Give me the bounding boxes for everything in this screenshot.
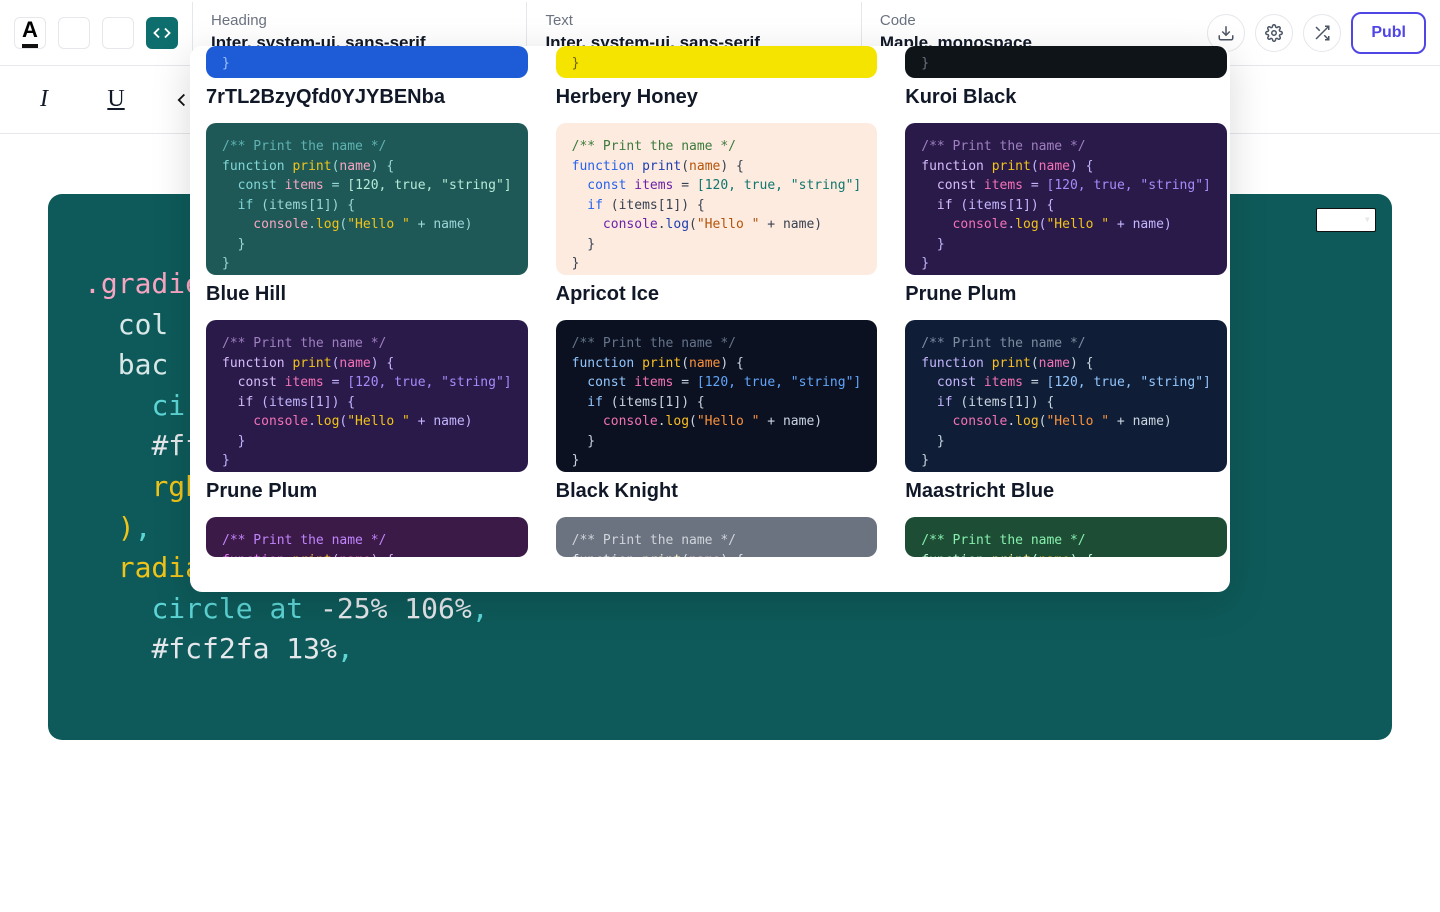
theme-swatch: }: [556, 46, 878, 78]
theme-item[interactable]: /** Print the name */function print(name…: [556, 123, 878, 306]
theme-swatch: /** Print the name */function print(name…: [556, 517, 878, 557]
theme-label: Blue Hill: [206, 283, 528, 306]
theme-item[interactable]: /** Print the name */function print(name…: [206, 123, 528, 306]
code-icon: [153, 24, 171, 42]
italic-button[interactable]: I: [28, 84, 60, 116]
canvas-line: #fcf2fa 13%,: [84, 629, 1356, 670]
theme-popover: } 7rTL2BzyQfd0YJYBENba} Herbery Honey} Kuro…: [190, 46, 1230, 592]
theme-label: Herbery Honey: [556, 86, 878, 109]
theme-label: Apricot Ice: [556, 283, 878, 306]
theme-swatch: /** Print the name */function print(name…: [556, 123, 878, 275]
theme-swatch: /** Print the name */function print(name…: [206, 517, 528, 557]
theme-swatch: }: [206, 46, 528, 78]
empty-tool-2[interactable]: [102, 17, 134, 49]
text-color-button[interactable]: A: [14, 17, 46, 49]
theme-label: Kuroi Black: [905, 86, 1227, 109]
shuffle-icon: [1313, 24, 1331, 42]
font-col-label: Code: [880, 12, 1177, 29]
settings-button[interactable]: [1255, 14, 1293, 52]
publish-button[interactable]: Publ: [1351, 12, 1426, 54]
theme-swatch: /** Print the name */function print(name…: [905, 517, 1227, 557]
theme-item[interactable]: } 7rTL2BzyQfd0YJYBENba: [206, 46, 528, 109]
theme-item[interactable]: } Kuroi Black: [905, 46, 1227, 109]
theme-item[interactable]: /** Print the name */function print(name…: [905, 320, 1227, 503]
theme-label: Prune Plum: [206, 480, 528, 503]
canvas-line: circle at -25% 106%,: [84, 589, 1356, 630]
underline-button[interactable]: U: [100, 84, 132, 116]
language-dropdown[interactable]: [1316, 208, 1376, 232]
font-col-label: Text: [545, 12, 842, 29]
code-theme-button[interactable]: [146, 17, 178, 49]
theme-swatch: /** Print the name */function print(name…: [206, 123, 528, 275]
theme-label: Prune Plum: [905, 283, 1227, 306]
theme-item[interactable]: /** Print the name */function print(name…: [905, 123, 1227, 306]
empty-tool-1[interactable]: [58, 17, 90, 49]
theme-item[interactable]: } Herbery Honey: [556, 46, 878, 109]
gear-icon: [1265, 24, 1283, 42]
theme-swatch: /** Print the name */function print(name…: [206, 320, 528, 472]
text-color-icon: A: [22, 17, 38, 48]
shuffle-button[interactable]: [1303, 14, 1341, 52]
theme-label: Black Knight: [556, 480, 878, 503]
theme-item[interactable]: /** Print the name */function print(name…: [556, 320, 878, 503]
font-col-label: Heading: [211, 12, 508, 29]
theme-swatch: }: [905, 46, 1227, 78]
theme-swatch: /** Print the name */function print(name…: [905, 123, 1227, 275]
download-icon: [1217, 24, 1235, 42]
theme-label: Maastricht Blue: [905, 480, 1227, 503]
theme-item[interactable]: /** Print the name */function print(name…: [206, 320, 528, 503]
theme-item[interactable]: /** Print the name */function print(name…: [556, 517, 878, 557]
theme-item[interactable]: /** Print the name */function print(name…: [905, 517, 1227, 557]
theme-swatch: /** Print the name */function print(name…: [905, 320, 1227, 472]
theme-label: 7rTL2BzyQfd0YJYBENba: [206, 86, 528, 109]
theme-swatch: /** Print the name */function print(name…: [556, 320, 878, 472]
theme-item[interactable]: /** Print the name */function print(name…: [206, 517, 528, 557]
